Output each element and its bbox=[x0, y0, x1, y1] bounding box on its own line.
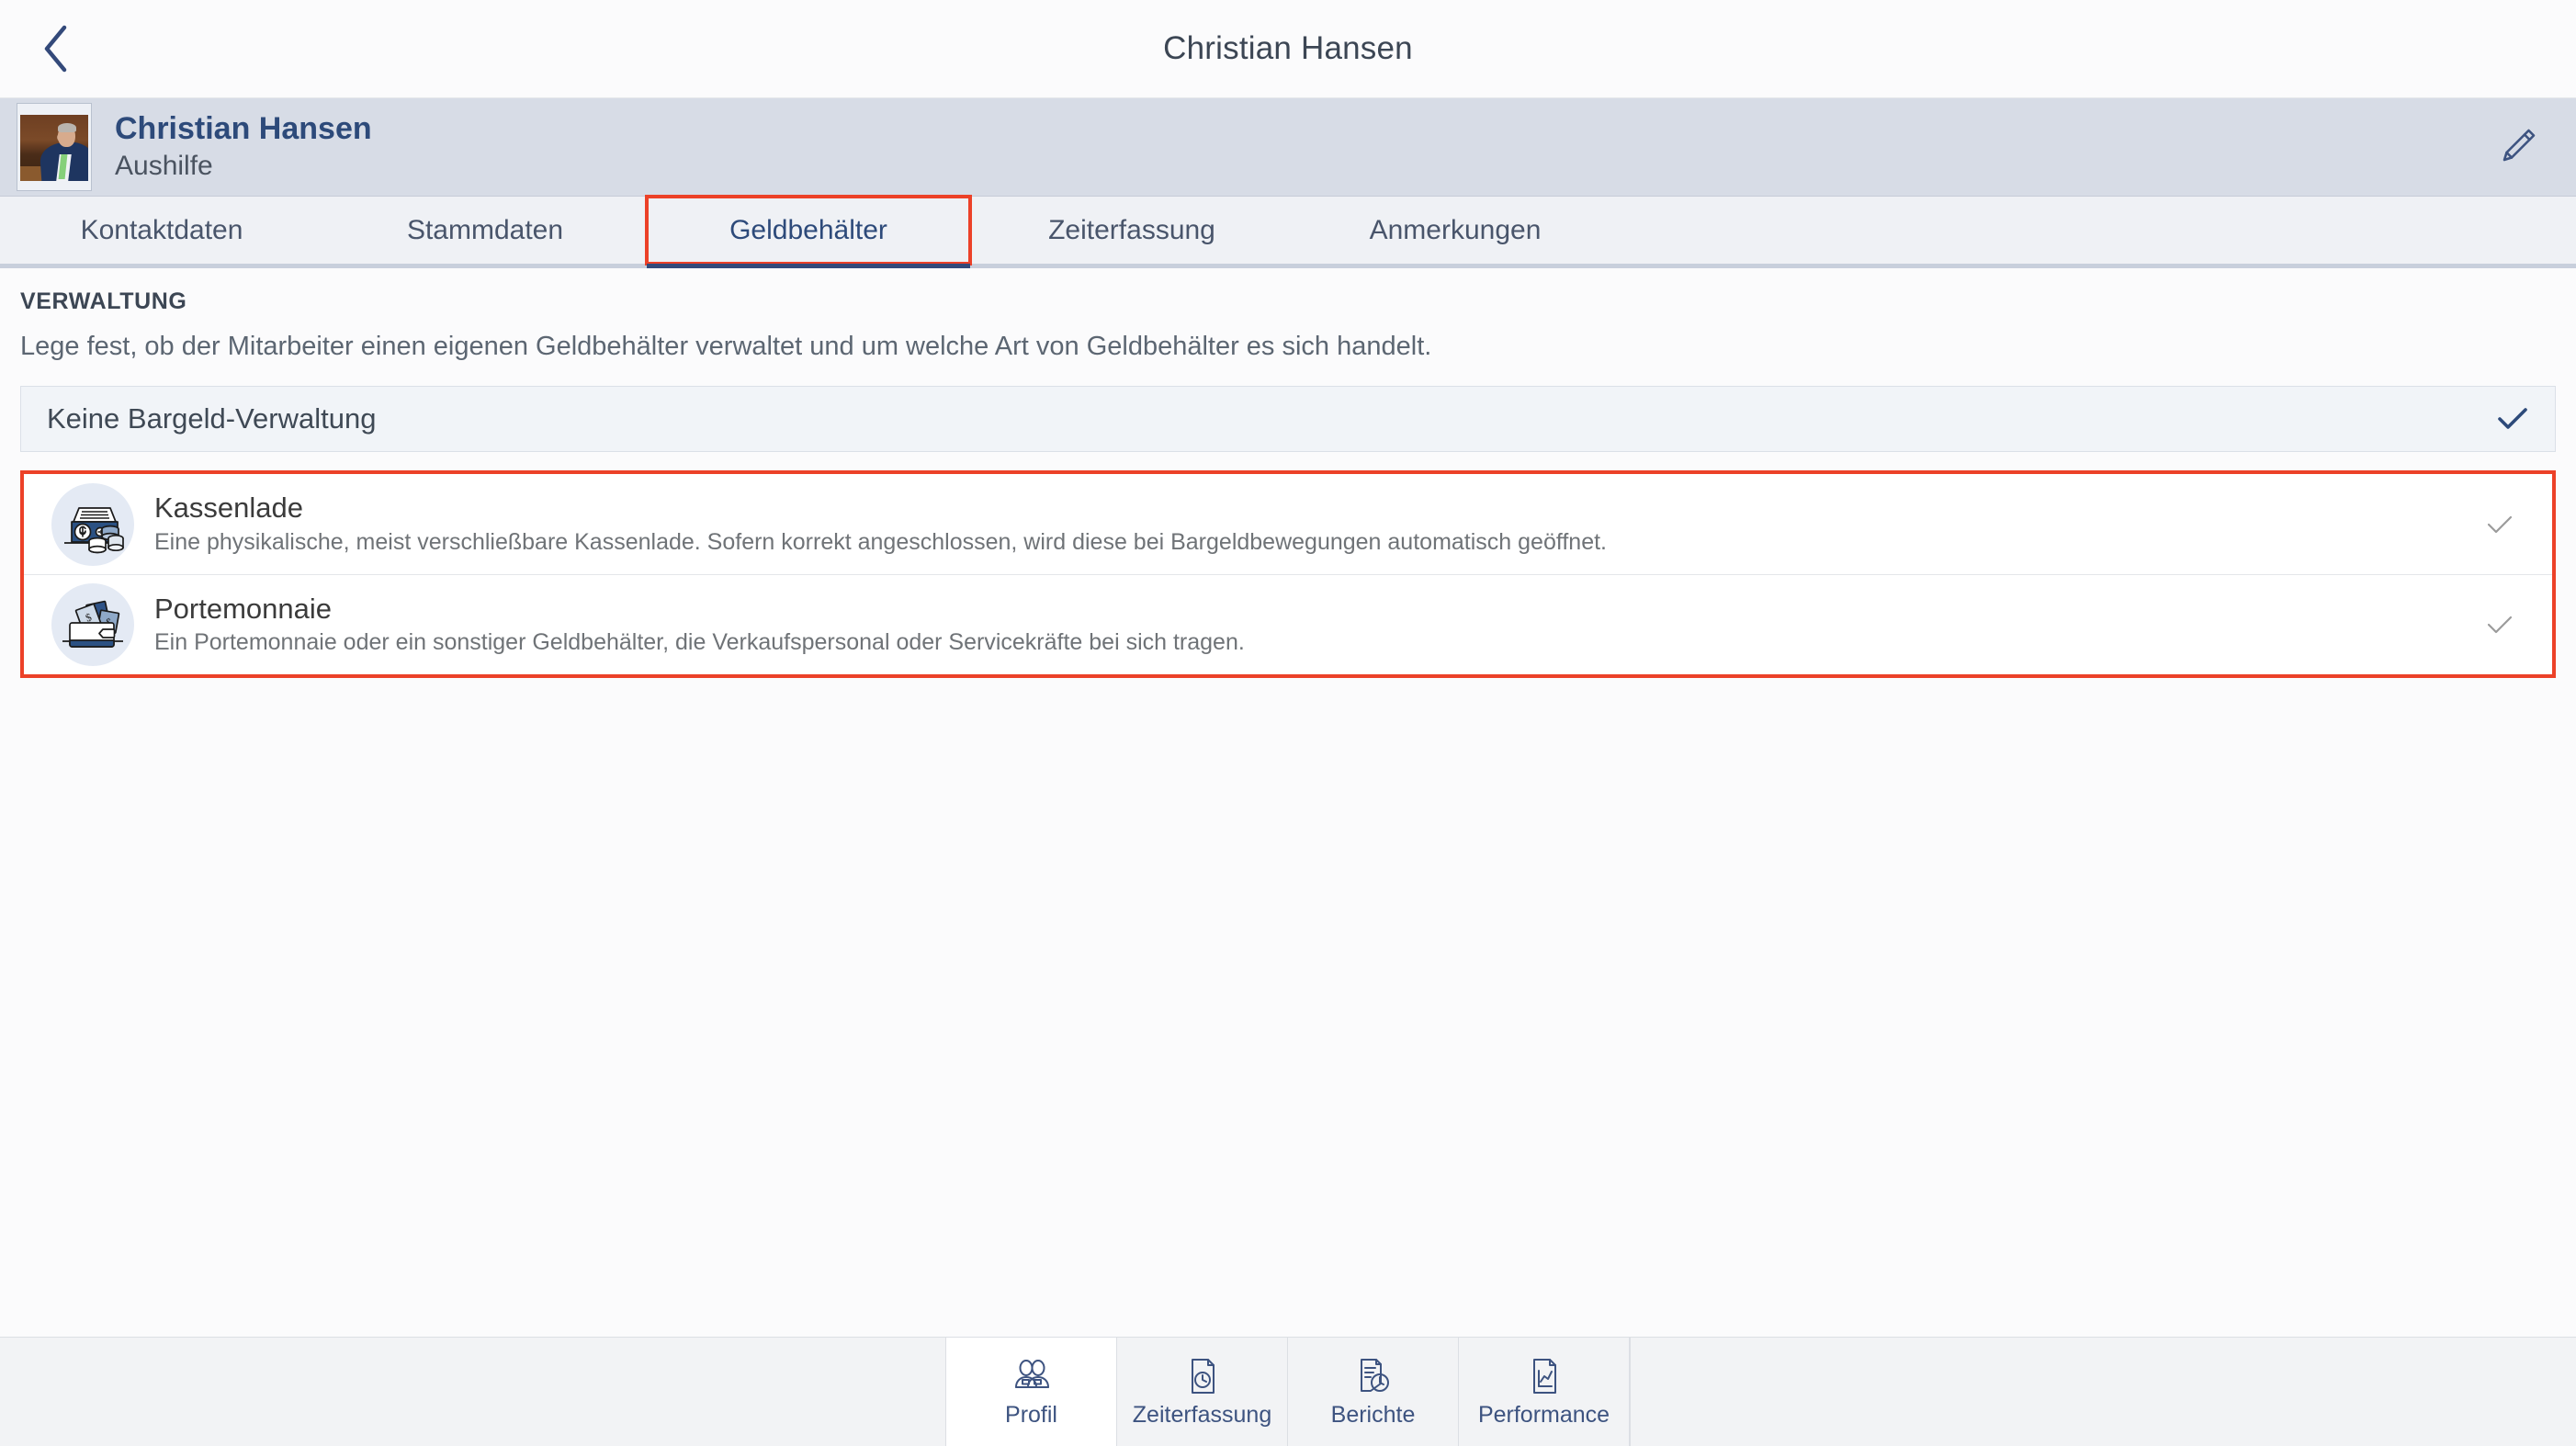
content-area: VERWALTUNG Lege fest, ob der Mitarbeiter… bbox=[0, 268, 2576, 1446]
bottom-navigation: Profil Zeiterfassung Berichte Performanc… bbox=[0, 1337, 2576, 1446]
tab-label: Zeiterfassung bbox=[1048, 214, 1215, 245]
wallet-icon: $ $ bbox=[62, 600, 123, 648]
tab-label: Anmerkungen bbox=[1369, 214, 1542, 245]
bottom-nav-label: Zeiterfassung bbox=[1132, 1401, 1272, 1428]
profile-text: Christian Hansen Aushilfe bbox=[115, 111, 372, 182]
cash-drawer-icon bbox=[64, 506, 124, 553]
tab-label: Kontaktdaten bbox=[80, 214, 243, 245]
bottom-nav-zeiterfassung[interactable]: Zeiterfassung bbox=[1117, 1338, 1288, 1446]
page-title: Christian Hansen bbox=[1163, 30, 1413, 66]
option-portemonnaie[interactable]: $ $ Portemonnaie bbox=[24, 574, 2552, 674]
option-kassenlade[interactable]: Kassenlade Eine physikalische, meist ver… bbox=[24, 474, 2552, 574]
chevron-left-icon bbox=[44, 25, 67, 73]
wallet-icon-wrap: $ $ bbox=[51, 583, 134, 666]
tab-label: Stammdaten bbox=[406, 214, 564, 245]
section-description: Lege fest, ob der Mitarbeiter einen eige… bbox=[20, 332, 1432, 361]
bottom-nav-profil[interactable]: Profil bbox=[946, 1338, 1117, 1446]
tab-anmerkungen[interactable]: Anmerkungen bbox=[1294, 197, 1617, 264]
people-icon bbox=[1014, 1359, 1049, 1388]
document-chart-icon bbox=[1532, 1358, 1556, 1394]
tab-zeiterfassung[interactable]: Zeiterfassung bbox=[970, 197, 1294, 264]
avatar bbox=[17, 103, 92, 191]
check-icon bbox=[2487, 515, 2513, 533]
bottom-nav-label: Profil bbox=[1005, 1401, 1057, 1428]
profile-header: Christian Hansen Aushilfe bbox=[0, 98, 2576, 197]
section-title: VERWALTUNG bbox=[20, 288, 187, 314]
profile-name: Christian Hansen bbox=[115, 111, 372, 147]
option-title: Portemonnaie bbox=[154, 592, 333, 625]
bottom-nav-berichte[interactable]: Berichte bbox=[1288, 1338, 1459, 1446]
bottom-nav-label: Berichte bbox=[1330, 1401, 1416, 1428]
option-title: Kassenlade bbox=[154, 491, 304, 525]
tab-label: Geldbehälter bbox=[729, 214, 887, 245]
option-label: Keine Bargeld-Verwaltung bbox=[47, 402, 377, 435]
option-description: Ein Portemonnaie oder ein sonstiger Geld… bbox=[154, 629, 1245, 656]
tab-geldbehaelter[interactable]: Geldbehälter bbox=[645, 195, 972, 268]
tab-bar: Kontaktdaten Stammdaten Geldbehälter Zei… bbox=[0, 195, 2576, 268]
check-icon bbox=[2487, 616, 2513, 634]
option-text: Kassenlade Eine physikalische, meist ver… bbox=[154, 492, 2484, 555]
bottom-nav-spacer-right bbox=[1630, 1338, 2576, 1446]
option-description: Eine physikalische, meist verschließbare… bbox=[154, 528, 1607, 555]
avatar-photo bbox=[20, 115, 88, 181]
option-keine-bargeld-verwaltung[interactable]: Keine Bargeld-Verwaltung bbox=[20, 386, 2556, 452]
bottom-nav-performance[interactable]: Performance bbox=[1459, 1338, 1630, 1446]
tab-stammdaten[interactable]: Stammdaten bbox=[323, 197, 647, 264]
bottom-nav-label: Performance bbox=[1477, 1401, 1610, 1428]
tab-kontaktdaten[interactable]: Kontaktdaten bbox=[0, 197, 323, 264]
geldbehaelter-options-group: Kassenlade Eine physikalische, meist ver… bbox=[20, 470, 2556, 678]
back-button[interactable] bbox=[20, 0, 92, 97]
cash-drawer-icon-wrap bbox=[51, 482, 134, 566]
check-icon bbox=[2498, 408, 2527, 429]
option-text: Portemonnaie Ein Portemonnaie oder ein s… bbox=[154, 593, 2484, 656]
profile-role: Aushilfe bbox=[115, 150, 213, 181]
app-root: Christian Hansen Christian Hansen Aushil… bbox=[0, 0, 2576, 1446]
document-clock-icon bbox=[1191, 1358, 1215, 1394]
pencil-icon bbox=[2503, 129, 2536, 162]
bottom-nav-spacer-left bbox=[0, 1338, 946, 1446]
top-bar: Christian Hansen bbox=[0, 0, 2576, 98]
edit-button[interactable] bbox=[2495, 123, 2539, 172]
report-clock-icon bbox=[1360, 1358, 1389, 1392]
